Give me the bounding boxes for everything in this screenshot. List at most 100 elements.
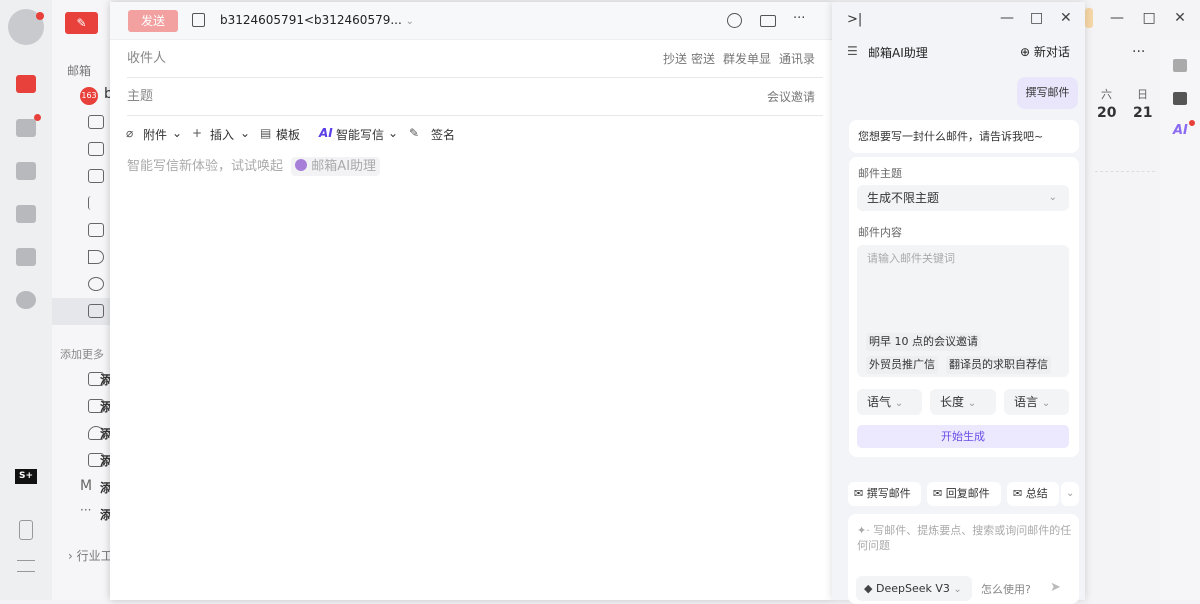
minimize-icon[interactable]: — [1110, 10, 1124, 26]
minimize-icon[interactable]: — [1000, 10, 1014, 26]
model-select[interactable]: ◆ DeepSeek V3 ⌄ [856, 576, 972, 601]
more-quick-chevron-icon[interactable]: ⌄ [1061, 482, 1079, 506]
home-icon[interactable] [1173, 59, 1187, 72]
receipt-mail-icon[interactable] [760, 15, 776, 27]
scheduled-folder-icon[interactable] [88, 169, 104, 183]
quick-write-button[interactable]: ✉ 撰写邮件 [848, 482, 921, 506]
quick-label: 撰写邮件 [866, 487, 911, 500]
ai-badge-icon: AI [319, 126, 333, 140]
notification-dot [1189, 120, 1195, 126]
editor-toolbar: ⌀ 附件 ⌄ + 插入 ⌄ ▤ 模板 AI 智能写信 ⌄ ✎ 签名 [126, 126, 826, 144]
quick-summary-button[interactable]: ✉ 总结 [1007, 482, 1059, 506]
add-more-label: 添加更多 [60, 348, 104, 361]
more-icon[interactable]: ··· [793, 11, 805, 26]
chevron-down-icon: ⌄ [894, 398, 904, 409]
more-options-icon[interactable]: ··· [1132, 44, 1145, 60]
signature-button[interactable]: 签名 [431, 126, 455, 143]
chevron-down-icon: ⌄ [953, 584, 962, 595]
ai-assistant-icon[interactable]: AI [1173, 123, 1188, 138]
plus-icon[interactable]: + [192, 126, 202, 140]
sent-icon[interactable] [88, 250, 104, 264]
content-input[interactable]: 请输入邮件关键词 明早 10 点的会议邀请 外贸员推广信 翻译员的求职自荐信 [857, 245, 1069, 377]
pen-icon[interactable]: ✎ [409, 126, 419, 140]
chevron-down-icon[interactable]: ⌄ [240, 126, 250, 140]
close-icon[interactable]: ✕ [1060, 10, 1072, 26]
bcc-button[interactable]: 密送 [691, 40, 715, 78]
ai-app-icon[interactable] [16, 248, 36, 266]
settings-icon[interactable] [16, 291, 36, 309]
schedule-clock-icon[interactable] [727, 13, 742, 28]
menu-icon[interactable] [17, 560, 35, 572]
notification-dot [34, 114, 41, 121]
history-menu-icon[interactable]: ☰ [847, 44, 858, 58]
generate-button[interactable]: 开始生成 [857, 425, 1069, 448]
drafts-icon[interactable] [88, 223, 104, 237]
compose-header: 发送 b3124605791<b312460579... ⌄ ··· [110, 2, 832, 40]
help-link[interactable]: 怎么使用? [981, 581, 1031, 597]
ai-assistant-link[interactable]: 邮箱AI助理 [291, 157, 381, 176]
s-plus-icon[interactable]: S+ [15, 469, 37, 484]
subject-field[interactable]: 主题 会议邀请 [127, 78, 823, 116]
contacts-icon[interactable] [16, 205, 36, 223]
subject-select[interactable]: 生成不限主题 ⌄ [857, 185, 1069, 211]
chevron-down-icon[interactable]: ⌄ [172, 126, 182, 140]
save-draft-icon[interactable] [192, 13, 205, 27]
attach-button[interactable]: 附件 [143, 126, 167, 143]
notification-dot [36, 12, 44, 20]
collapse-panel-icon[interactable]: >| [847, 12, 862, 27]
folder-icon[interactable] [16, 119, 36, 137]
compose-button[interactable]: ✎ [65, 12, 98, 34]
suggestion-chip[interactable]: 外贸员推广信 [866, 356, 938, 374]
new-chat-button[interactable]: ⊕ 新对话 [1020, 43, 1070, 60]
calendar-check-icon[interactable] [1173, 92, 1187, 105]
close-icon[interactable]: ✕ [1174, 10, 1186, 26]
date-sun[interactable]: 21 [1133, 105, 1152, 121]
flag-icon[interactable] [88, 196, 104, 210]
maximize-icon[interactable]: □ [1030, 10, 1043, 26]
date-sat[interactable]: 20 [1097, 105, 1116, 121]
chat-input[interactable]: ✦· 写邮件、提炼要点、搜索或询问邮件的任何问题 ◆ DeepSeek V3 ⌄… [848, 514, 1079, 604]
phone-icon[interactable] [19, 520, 33, 540]
meeting-invite-button[interactable]: 会议邀请 [767, 78, 815, 116]
inbox-icon[interactable] [88, 115, 104, 129]
cc-button[interactable]: 抄送 [663, 40, 687, 78]
calendar-icon[interactable] [16, 162, 36, 180]
maximize-icon[interactable]: □ [1142, 10, 1155, 26]
suggestion-chip[interactable]: 翻译员的求职自荐信 [946, 356, 1051, 374]
section-label: 邮箱 [67, 64, 92, 78]
mail-icon[interactable] [16, 75, 36, 93]
contacts-button[interactable]: 通讯录 [779, 40, 815, 78]
mail-summary-icon: ✉ [1013, 487, 1023, 500]
account-badge[interactable]: 163 [80, 87, 98, 105]
separate-send-button[interactable]: 群发单显 [723, 40, 771, 78]
language-select[interactable]: 语言 ⌄ [1004, 389, 1069, 415]
gmail-icon[interactable]: M [80, 478, 92, 494]
weekday-sun: 日 [1137, 88, 1148, 101]
insert-button[interactable]: 插入 [210, 126, 234, 143]
assistant-avatar-icon [295, 159, 308, 171]
from-selector[interactable]: b3124605791<b312460579... ⌄ [220, 13, 414, 27]
template-button[interactable]: 模板 [276, 126, 300, 143]
suggestion-chip[interactable]: 明早 10 点的会议邀请 [866, 333, 981, 351]
mail-pen-icon: ✉ [854, 487, 864, 500]
send-button[interactable]: 发送 [128, 10, 178, 32]
quick-reply-button[interactable]: ✉ 回复邮件 [927, 482, 1001, 506]
bg-window-controls: — □ ✕ [1110, 10, 1190, 26]
chevron-down-icon[interactable]: ⌄ [388, 126, 398, 140]
length-select[interactable]: 长度 ⌄ [930, 389, 996, 415]
chevron-down-icon: ⌄ [967, 398, 977, 409]
paperclip-icon[interactable]: ⌀ [126, 126, 133, 140]
tone-select[interactable]: 语气 ⌄ [857, 389, 922, 415]
unread-icon[interactable] [88, 142, 104, 156]
trash-icon[interactable] [88, 304, 104, 318]
send-arrow-icon[interactable]: ➤ [1050, 580, 1061, 595]
deepseek-whale-icon: ◆ [864, 582, 873, 595]
template-icon[interactable]: ▤ [260, 126, 271, 140]
ai-write-button[interactable]: 智能写信 [336, 126, 384, 143]
spam-icon[interactable] [88, 277, 104, 291]
industry-row[interactable]: › 行业工 [68, 547, 112, 564]
folder-pane: ✎ 邮箱 163 b 添加更多 添 添 添 添 M添 ··· 添 › 行业工 [52, 0, 112, 600]
industry-label: 行业工 [76, 549, 112, 563]
more-icon[interactable]: ··· [80, 503, 91, 517]
recipient-field[interactable]: 收件人 抄送 密送 群发单显 通讯录 [127, 40, 823, 78]
